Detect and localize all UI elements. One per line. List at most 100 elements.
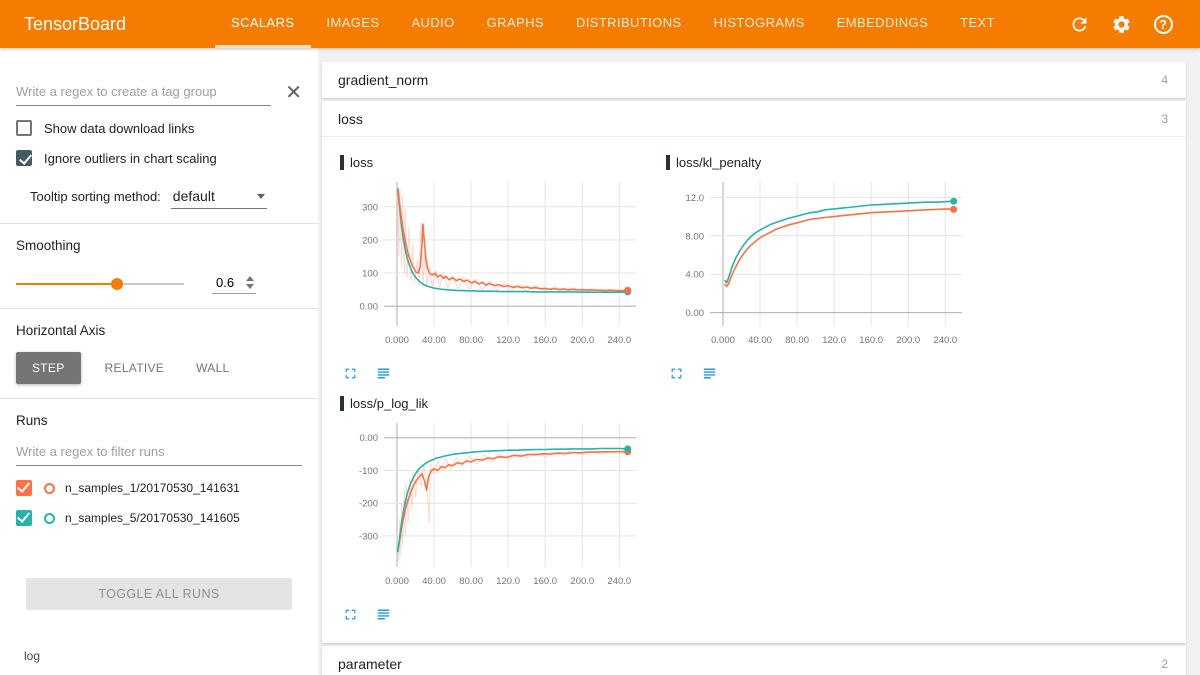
svg-text:200.0: 200.0 <box>896 335 920 346</box>
tag-pin-icon <box>340 155 344 170</box>
tab-embeddings[interactable]: EMBEDDINGS <box>821 0 944 48</box>
chart-title: loss/p_log_lik <box>350 396 429 411</box>
checkbox-unchecked-icon <box>16 120 32 136</box>
line-chart[interactable]: 0.000 40.00 80.00 120.0 160.0 200.0 240.0 0.00 4… <box>664 176 986 357</box>
stepper-arrows[interactable] <box>246 276 254 289</box>
charts-container: loss 0.000 40.00 80.00 120.0 160.0 200.0 240.0… <box>322 137 1186 643</box>
close-icon[interactable]: ✕ <box>285 83 302 103</box>
tooltip-sort-dropdown[interactable]: default <box>170 186 267 209</box>
svg-text:0.00: 0.00 <box>686 308 705 319</box>
run-selector-icon[interactable] <box>701 365 718 382</box>
run-isolate-icon[interactable] <box>44 482 55 494</box>
tab-scalars[interactable]: SCALARS <box>215 0 311 48</box>
section-gradient-norm: gradient_norm 4 <box>322 62 1186 98</box>
stepper-up-icon[interactable] <box>246 276 254 281</box>
svg-text:120.0: 120.0 <box>822 335 846 346</box>
chart-title-row: loss/p_log_lik <box>340 396 660 411</box>
smoothing-stepper[interactable] <box>212 273 256 294</box>
svg-text:120.0: 120.0 <box>496 335 520 346</box>
chart-title-row: loss <box>340 155 660 170</box>
chart-actions <box>342 606 660 623</box>
show-download-links-checkbox[interactable]: Show data download links <box>16 120 302 136</box>
tab-distributions[interactable]: DISTRIBUTIONS <box>560 0 698 48</box>
svg-text:0.00: 0.00 <box>360 302 379 313</box>
divider <box>0 223 318 224</box>
run-row[interactable]: n_samples_1/20170530_141631 <box>16 480 302 496</box>
svg-text:240.0: 240.0 <box>933 335 957 346</box>
expand-chart-icon[interactable] <box>668 365 685 382</box>
app-title: TensorBoard <box>24 13 127 34</box>
svg-text:0.000: 0.000 <box>385 576 409 587</box>
svg-text:240.0: 240.0 <box>607 576 631 587</box>
chevron-down-icon <box>256 193 265 199</box>
tag-filter-input[interactable] <box>16 80 272 106</box>
tab-graphs[interactable]: GRAPHS <box>471 0 560 48</box>
svg-text:200: 200 <box>362 235 378 246</box>
toggle-all-runs-button[interactable]: TOGGLE ALL RUNS <box>26 578 292 610</box>
chart-title: loss/kl_penalty <box>676 155 762 170</box>
checkbox-label: Ignore outliers in chart scaling <box>44 150 217 166</box>
slider-fill <box>16 282 117 285</box>
svg-text:160.0: 160.0 <box>533 576 557 587</box>
chart-actions <box>668 365 986 382</box>
svg-text:300: 300 <box>362 202 378 213</box>
axis-relative-button[interactable]: RELATIVE <box>89 352 181 384</box>
smoothing-value-input[interactable] <box>216 275 246 290</box>
tab-audio[interactable]: AUDIO <box>395 0 470 48</box>
svg-text:-100: -100 <box>359 466 378 477</box>
section-header[interactable]: gradient_norm 4 <box>322 62 1186 98</box>
line-chart[interactable]: 0.000 40.00 80.00 120.0 160.0 200.0 240.0 0.00 -… <box>338 417 660 598</box>
settings-icon[interactable] <box>1110 13 1132 35</box>
refresh-icon[interactable] <box>1068 13 1090 35</box>
svg-text:-300: -300 <box>359 531 378 542</box>
svg-text:0.00: 0.00 <box>360 433 379 444</box>
tab-images[interactable]: IMAGES <box>311 0 396 48</box>
sidebar-footer-log: log <box>24 649 41 663</box>
run-row[interactable]: n_samples_5/20170530_141605 <box>16 510 302 526</box>
svg-text:160.0: 160.0 <box>859 335 883 346</box>
section-parameter: parameter 2 <box>322 646 1186 675</box>
help-icon[interactable]: ? <box>1152 13 1174 35</box>
chart-title-row: loss/kl_penalty <box>666 155 986 170</box>
expand-chart-icon[interactable] <box>342 365 359 382</box>
axis-step-button[interactable]: STEP <box>16 352 81 384</box>
chart-actions <box>342 365 660 382</box>
svg-text:40.00: 40.00 <box>422 576 446 587</box>
run-selector-icon[interactable] <box>375 365 392 382</box>
section-title: loss <box>338 110 363 127</box>
tag-pin-icon <box>340 396 344 411</box>
svg-text:240.0: 240.0 <box>607 335 631 346</box>
run-selector-icon[interactable] <box>375 606 392 623</box>
expand-chart-icon[interactable] <box>342 606 359 623</box>
tooltip-sort-value: default <box>172 188 215 204</box>
stepper-down-icon[interactable] <box>246 284 254 289</box>
ignore-outliers-checkbox[interactable]: Ignore outliers in chart scaling <box>16 150 302 166</box>
svg-text:40.00: 40.00 <box>422 335 446 346</box>
nav-tabs: SCALARS IMAGES AUDIO GRAPHS DISTRIBUTION… <box>215 0 1011 48</box>
svg-text:12.0: 12.0 <box>686 193 705 204</box>
section-count: 3 <box>1161 111 1168 126</box>
smoothing-slider[interactable] <box>16 277 184 291</box>
svg-text:0.000: 0.000 <box>711 335 735 346</box>
tab-text[interactable]: TEXT <box>944 0 1011 48</box>
svg-text:200.0: 200.0 <box>570 335 594 346</box>
section-loss: loss 3 loss 0.000 40.00 80.00 120.0 160.0 200… <box>322 101 1186 643</box>
svg-text:-200: -200 <box>359 499 378 510</box>
chart-card-p-log-lik: loss/p_log_lik 0.000 40.00 80.00 120.0 160.0… <box>338 392 660 623</box>
divider <box>0 398 318 399</box>
top-bar: TensorBoard SCALARS IMAGES AUDIO GRAPHS … <box>0 0 1200 48</box>
chart-card-kl-penalty: loss/kl_penalty 0.000 40.00 80.00 120.0 160.… <box>664 151 986 382</box>
line-chart[interactable]: 0.000 40.00 80.00 120.0 160.0 200.0 240.0 0.00 1… <box>338 176 660 357</box>
slider-thumb[interactable] <box>110 277 123 290</box>
section-header[interactable]: loss 3 <box>322 101 1186 137</box>
run-checkbox-checked-icon[interactable] <box>16 480 32 496</box>
run-checkbox-checked-icon[interactable] <box>16 510 32 526</box>
tab-histograms[interactable]: HISTOGRAMS <box>698 0 821 48</box>
section-count: 2 <box>1161 657 1168 671</box>
runs-filter-input[interactable] <box>16 440 302 466</box>
axis-wall-button[interactable]: WALL <box>180 352 245 384</box>
run-isolate-icon[interactable] <box>44 512 55 524</box>
section-header[interactable]: parameter 2 <box>322 646 1186 675</box>
chart-title: loss <box>350 155 374 170</box>
tooltip-sort-label: Tooltip sorting method: <box>30 189 161 204</box>
